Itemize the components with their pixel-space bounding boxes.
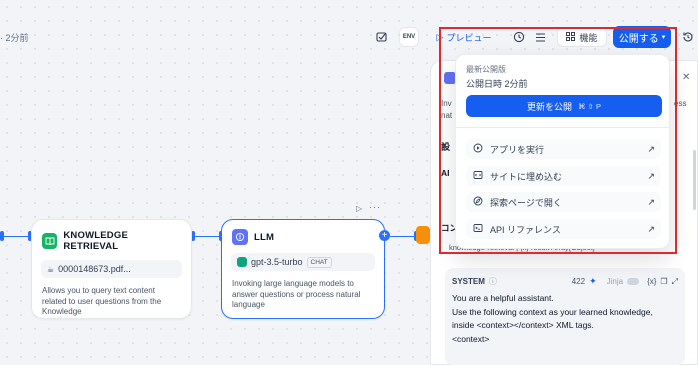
system-label: SYSTEM [452,277,485,286]
features-label: 機能 [579,32,598,43]
prompt-line: You are a helpful assistant. [452,293,554,303]
node-description: Invoking large language models to answer… [232,279,361,309]
node-title: KNOWLEDGE RETRIEVAL [63,230,128,252]
run-app-item[interactable]: アプリを実行 ↗ [466,139,661,159]
prompt-line: <context> [452,333,490,344]
insert-variable-icon[interactable]: {x} [647,277,656,286]
add-node-icon[interactable]: + [379,230,390,241]
book-icon [42,233,58,249]
published-at: 公開日時 2分前 [466,79,528,89]
menu-item-label: API リファレンス [490,224,561,235]
panel-desc-end: ess [674,99,687,108]
dataset-chip[interactable]: ☕ 0000148673.pdf... [41,260,182,278]
checklist-icon[interactable] [372,27,392,47]
restore-icon[interactable] [679,27,697,47]
publish-button[interactable]: 公開する ▾ [613,26,671,48]
embed-icon [472,170,484,182]
model-name: gpt-3.5-turbo [251,257,303,267]
features-button[interactable]: 機能 [557,27,607,47]
update-publish-button[interactable]: 更新を公開 ⌘ ⇧ P [466,95,662,117]
explore-item[interactable]: 探索ページで開く ↗ [466,192,661,212]
sparkle-icon[interactable]: ✦ [589,276,597,287]
saved-time: · 2分前 [0,33,29,43]
preview-label: プレビュー [446,32,492,43]
preview-button[interactable]: ▷ プレビュー [433,27,495,47]
model-chip[interactable]: gpt-3.5-turbo CHAT [231,253,375,271]
terminal-icon [472,223,484,235]
run-node-icon[interactable]: ▷ [356,204,362,213]
arrow-up-right-icon: ↗ [647,196,655,207]
publish-dropdown: 最新公開版 公開日時 2分前 更新を公開 ⌘ ⇧ P アプリを実行 ↗ サイトに… [455,54,670,249]
edge-knowledge-llm [195,236,221,237]
update-publish-label: 更新を公開 [527,101,573,112]
latest-version-label: 最新公開版 [466,65,506,74]
token-count: 422 [571,277,586,286]
openai-icon [237,257,247,267]
arrow-up-right-icon: ↗ [647,170,655,181]
expand-icon[interactable]: ⤢ [672,277,678,287]
node-description: Allows you to query text content related… [42,286,162,316]
dataset-name: 0000148673.pdf... [58,264,131,274]
llm-brain-icon [232,229,248,245]
menu-item-label: アプリを実行 [490,144,545,155]
answer-node-icon [416,226,430,244]
embed-site-item[interactable]: サイトに埋め込む ↗ [466,166,661,186]
settings-tab[interactable]: 設 [441,140,450,153]
help-icon: ⓘ [488,277,497,286]
node-title: LLM [254,231,275,243]
grid-icon [566,31,576,43]
arrow-up-right-icon: ↗ [647,143,655,154]
divider [456,127,669,128]
jinja-toggle[interactable] [627,278,640,285]
play-circle-icon [472,143,484,155]
model-mode-tag: CHAT [306,256,332,268]
compass-icon [472,196,484,208]
publish-label: 公開する [618,33,659,45]
env-button[interactable]: ENV [399,27,419,47]
knowledge-retrieval-node[interactable]: KNOWLEDGE RETRIEVAL ☕ 0000148673.pdf... … [31,219,192,319]
panel-desc-start: Inv [441,99,452,108]
panel-desc-start-2: nat [441,111,453,120]
edge-llm-answer [390,236,416,237]
system-prompt-box[interactable]: SYSTEM ⓘ 422 ✦ Jinja {x} ❐ ⤢ You are a h… [445,268,685,365]
chevron-down-icon: ▾ [661,34,666,41]
llm-node[interactable]: LLM gpt-3.5-turbo CHAT Invoking large la… [221,219,385,319]
list-icon[interactable] [532,27,548,47]
shortcut-hint: ⌘ ⇧ P [578,101,601,111]
jinja-label: Jinja [606,277,624,286]
arrow-up-right-icon: ↗ [647,223,655,234]
copy-icon[interactable]: ❐ [660,277,667,286]
more-icon[interactable]: ··· [369,202,381,212]
history-icon[interactable] [510,27,528,47]
prompt-line: inside <context></context> XML tags. [452,320,594,330]
close-panel-icon[interactable]: ✕ [682,72,690,83]
prompt-line: Use the following context as your learne… [452,306,653,317]
panel-scrollbar[interactable] [693,150,696,210]
menu-item-label: 探索ページで開く [490,197,562,208]
menu-item-label: サイトに埋め込む [490,171,563,182]
api-reference-item[interactable]: API リファレンス ↗ [466,219,661,239]
dataset-icon: ☕ [47,264,55,274]
model-section-label: AI [441,168,450,178]
play-icon: ▷ [436,31,444,42]
edge-start-knowledge [4,236,30,237]
